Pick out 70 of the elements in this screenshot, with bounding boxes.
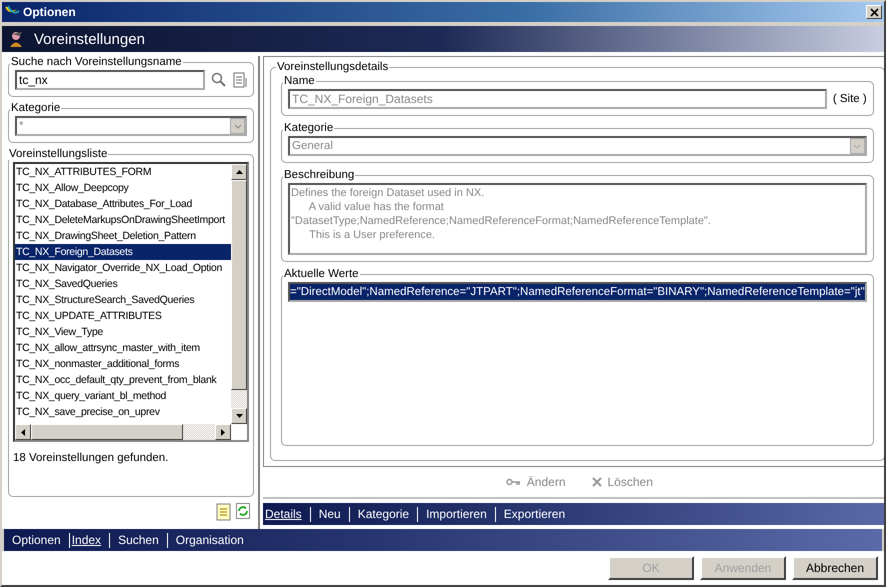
group-label: Kategorie	[10, 102, 62, 114]
group-label: Beschreibung	[283, 169, 356, 181]
horizontal-scrollbar[interactable]	[15, 424, 231, 440]
scrollbar-thumb[interactable]	[31, 424, 183, 440]
tab[interactable]: Neu	[310, 507, 349, 521]
person-icon	[8, 31, 24, 47]
search-field[interactable]: tc_nx	[15, 70, 205, 90]
document-icon[interactable]	[233, 72, 247, 88]
group-label: Name	[283, 75, 316, 87]
list-item[interactable]: TC_NX_StructureSearch_SavedQueries	[15, 292, 194, 308]
arrow-right-icon	[221, 428, 225, 436]
description-line: Defines the foreign Dataset used in NX.	[291, 186, 486, 200]
arrow-up-icon	[236, 170, 242, 174]
arrow-left-icon	[21, 428, 25, 436]
tab[interactable]: Importieren	[418, 507, 495, 521]
category-dropdown[interactable]: *	[15, 116, 247, 136]
tab[interactable]: Details	[263, 507, 310, 521]
list-item[interactable]: TC_NX_save_precise_on_uprev	[15, 404, 160, 420]
scope-label: ( Site )	[832, 93, 867, 105]
group-label: Aktuelle Werte	[283, 268, 360, 280]
key-icon	[506, 478, 521, 486]
close-icon	[592, 477, 602, 487]
group-label: Voreinstellungsliste	[8, 148, 108, 160]
list-item[interactable]: TC_NX_Navigator_Override_NX_Load_Option	[15, 260, 222, 276]
description-line: "DatasetType;NamedReference;NamedReferenceFormat;NamedReferenceTemplate".	[291, 214, 712, 228]
list-item[interactable]: TC_NX_SavedQueries	[15, 276, 118, 292]
description-line: This is a User preference.	[308, 228, 436, 242]
group-label: Kategorie	[283, 122, 334, 134]
category-dropdown[interactable]: General	[288, 136, 867, 156]
tab[interactable]: Optionen	[4, 533, 69, 547]
search-icon[interactable]	[211, 72, 227, 88]
group-label: Suche nach Voreinstellungsname	[10, 56, 183, 68]
list-item[interactable]: TC_NX_Foreign_Datasets	[15, 244, 231, 260]
list-item[interactable]: TC_NX_UPDATE_ATTRIBUTES	[15, 308, 162, 324]
scroll-up-button[interactable]	[231, 164, 247, 180]
result-count: 18 Voreinstellungen gefunden.	[13, 451, 170, 466]
arrow-down-icon	[236, 414, 242, 418]
tab[interactable]: Suchen	[110, 533, 167, 547]
list-item[interactable]: TC_NX_nonmaster_additional_forms	[15, 356, 180, 372]
list-item[interactable]: TC_NX_allow_attrsync_master_with_item	[15, 340, 200, 356]
close-icon	[870, 8, 878, 16]
list-item[interactable]: TC_NX_View_Type	[15, 324, 103, 340]
vertical-scrollbar[interactable]	[231, 164, 247, 424]
chevron-down-icon	[853, 144, 862, 148]
list-item[interactable]: TC_NX_occ_default_qty_prevent_from_blank	[15, 372, 216, 388]
dialog-button[interactable]: Abbrechen	[792, 556, 878, 580]
window-title: Optionen	[23, 5, 77, 19]
scroll-left-button[interactable]	[15, 424, 31, 440]
description-line: A valid value has the format	[308, 200, 445, 214]
header-title: Voreinstellungen	[34, 30, 145, 48]
notepad-icon[interactable]	[216, 503, 232, 521]
refresh-icon[interactable]	[236, 503, 250, 519]
scroll-down-button[interactable]	[231, 408, 247, 424]
value-item[interactable]: ="DirectModel";NamedReference="JTPART";NamedReferenceFormat="BINARY";NamedReferenceTemplate="jt"	[290, 284, 865, 300]
tab[interactable]: Exportieren	[496, 507, 574, 521]
list-item[interactable]: TC_NX_Allow_Deepcopy	[15, 180, 128, 196]
tab[interactable]: Organisation	[168, 533, 252, 547]
close-button[interactable]	[866, 5, 882, 19]
scroll-right-button[interactable]	[215, 424, 231, 440]
tab[interactable]: Kategorie	[350, 507, 418, 521]
chevron-down-icon	[234, 124, 242, 128]
list-item[interactable]: TC_NX_query_variant_bl_method	[15, 388, 166, 404]
list-item[interactable]: TC_NX_DeleteMarkupsOnDrawingSheetImport	[15, 212, 225, 228]
scrollbar-thumb[interactable]	[231, 180, 247, 390]
list-item[interactable]: TC_NX_DrawingSheet_Deletion_Pattern	[15, 228, 196, 244]
list-item[interactable]: TC_NX_ATTRIBUTES_FORM	[15, 164, 152, 180]
group-label: Voreinstellungsdetails	[276, 61, 390, 73]
list-item[interactable]: TC_NX_Database_Attributes_For_Load	[15, 196, 192, 212]
tab[interactable]: Index	[70, 533, 110, 547]
description-area[interactable]: Defines the foreign Dataset used in NX. A valid value has the format "DatasetType;NamedReference;NamedReferenceFormat;NamedReferenceTemplate". This is a User preference.	[288, 183, 867, 255]
